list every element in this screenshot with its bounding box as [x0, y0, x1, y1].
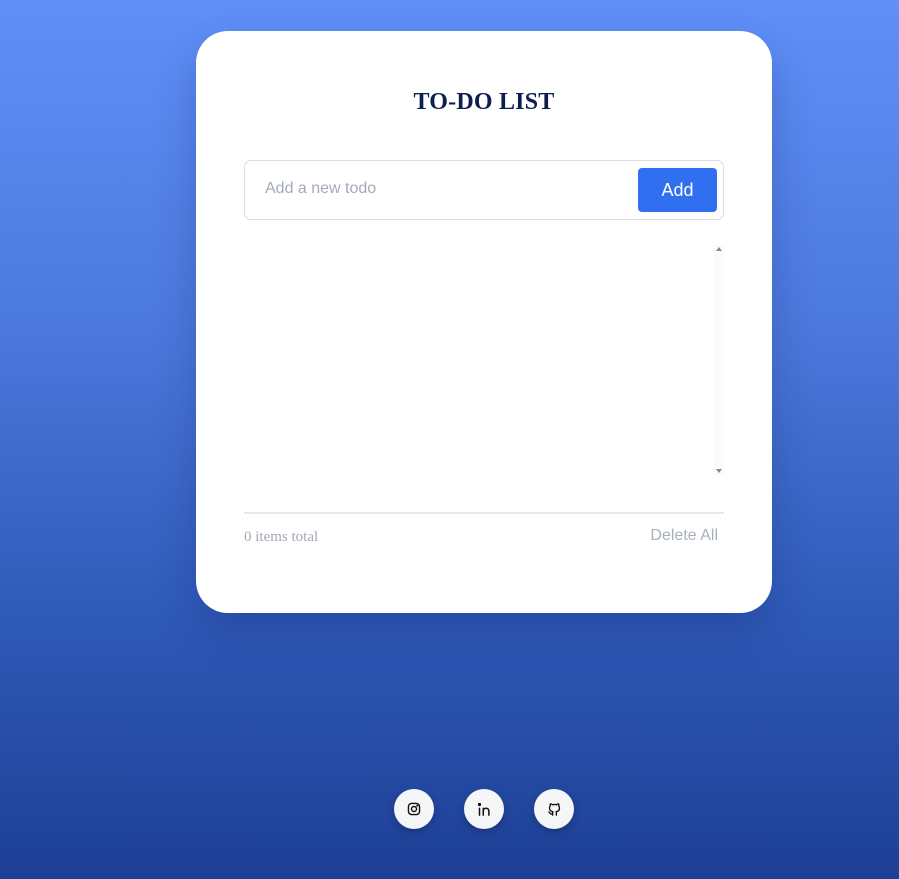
linkedin-icon [477, 802, 490, 816]
list-scrollbar[interactable] [714, 245, 724, 475]
github-icon [547, 802, 560, 816]
add-todo-form: Add [244, 160, 724, 220]
delete-all-button[interactable]: Delete All [650, 527, 718, 545]
page-title: TO-DO LIST [413, 89, 555, 115]
instagram-button[interactable] [394, 789, 434, 829]
github-button[interactable] [534, 789, 574, 829]
scroll-up-arrow-icon[interactable] [716, 247, 722, 251]
items-count: 0 items total [244, 529, 319, 545]
linkedin-button[interactable] [464, 789, 504, 829]
footer-divider [244, 512, 724, 514]
add-button[interactable]: Add [638, 168, 717, 212]
todo-list [244, 245, 724, 475]
instagram-icon [407, 802, 421, 816]
todo-input[interactable] [246, 162, 645, 216]
scroll-down-arrow-icon[interactable] [716, 469, 722, 473]
todo-card: TO-DO LIST Add 0 items total Delete All [196, 31, 772, 613]
